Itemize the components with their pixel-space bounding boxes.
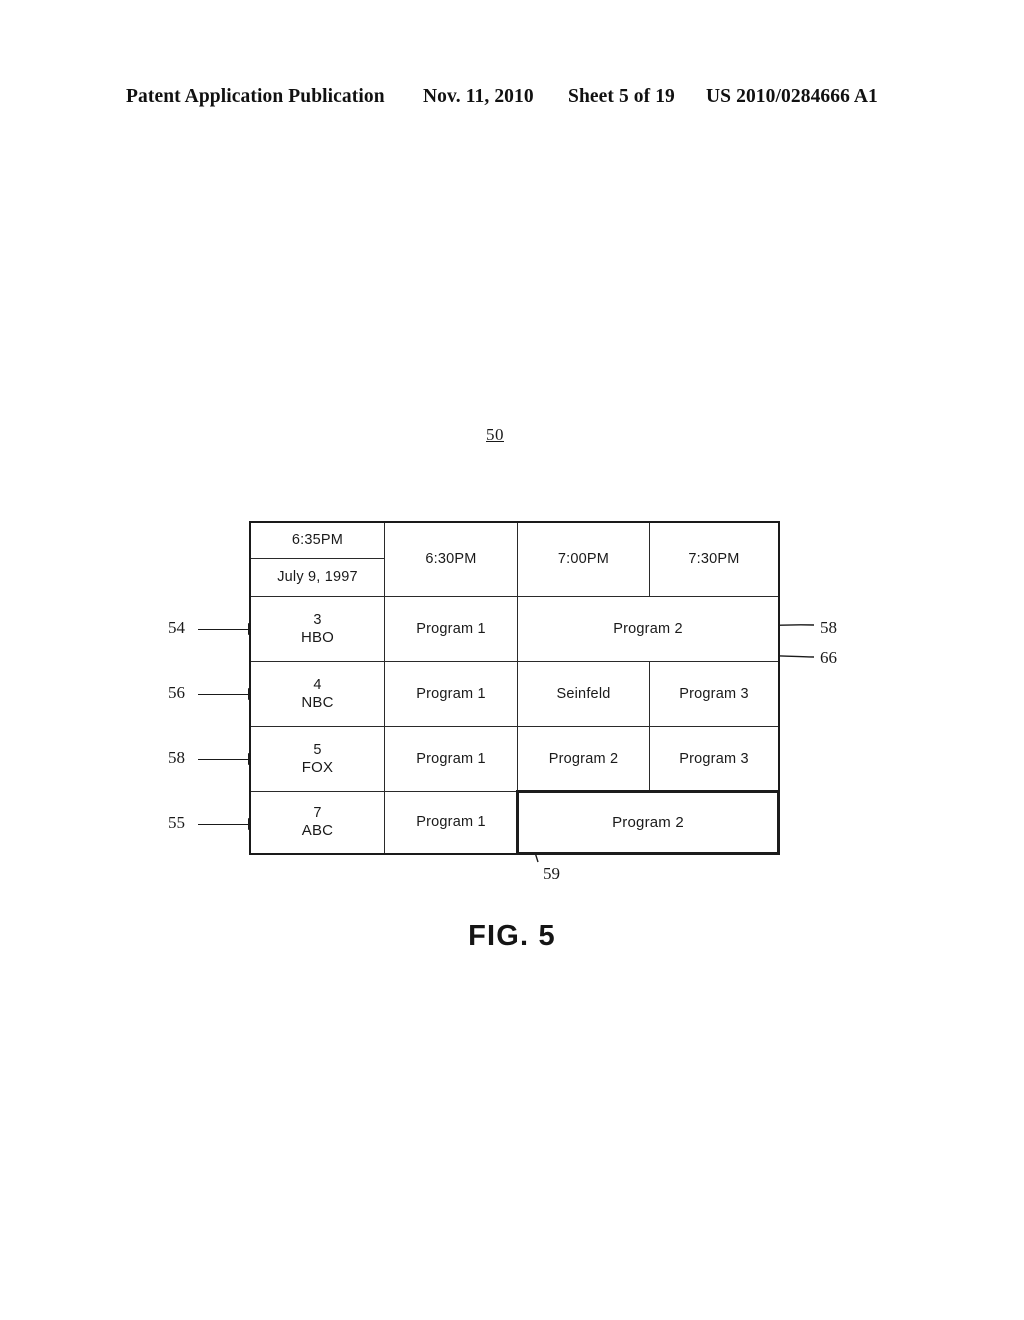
sheet-number: Sheet 5 of 19 (568, 86, 675, 107)
time-column-header-3: 7:30PM (650, 523, 778, 597)
program-cell-abc-2-highlighted[interactable]: Program 2 (516, 790, 780, 855)
program-cell-fox-1[interactable]: Program 1 (385, 727, 518, 792)
guide-date-cell: July 9, 1997 (251, 559, 385, 597)
callout-left-55-label: 55 (168, 813, 185, 832)
program-cell-abc-1[interactable]: Program 1 (385, 792, 518, 853)
program-cell-fox-3[interactable]: Program 3 (650, 727, 778, 792)
figure-caption: FIG. 5 (468, 920, 556, 952)
channel-name-nbc: NBC (301, 693, 334, 711)
channel-cell-nbc[interactable]: 4 NBC (251, 662, 385, 727)
guide-clock-cell: 6:35PM (251, 523, 385, 559)
program-cell-nbc-1[interactable]: Program 1 (385, 662, 518, 727)
page-header: Patent Application Publication Nov. 11, … (0, 86, 1024, 116)
callout-left-54-label: 54 (168, 618, 185, 637)
channel-number-nbc: 4 (313, 676, 322, 693)
document-number: US 2010/0284666 A1 (706, 86, 878, 107)
program-cell-nbc-2[interactable]: Seinfeld (518, 662, 650, 727)
program-cell-fox-2[interactable]: Program 2 (518, 727, 650, 792)
channel-cell-fox[interactable]: 5 FOX (251, 727, 385, 792)
figure-reference-50: 50 (486, 425, 504, 444)
program-cell-hbo-1[interactable]: Program 1 (385, 597, 518, 662)
program-cell-nbc-3[interactable]: Program 3 (650, 662, 778, 727)
callout-right-58: 58 (820, 618, 837, 637)
callout-right-66: 66 (820, 648, 837, 667)
channel-name-fox: FOX (301, 758, 334, 776)
publication-date: Nov. 11, 2010 (423, 86, 534, 107)
channel-number-abc: 7 (313, 805, 322, 822)
callout-left-58-label: 58 (168, 748, 185, 767)
callout-bottom-59: 59 (543, 864, 560, 883)
channel-name-hbo: HBO (300, 628, 335, 646)
channel-name-abc: ABC (301, 822, 334, 840)
time-column-header-1: 6:30PM (385, 523, 518, 597)
channel-number-fox: 5 (313, 741, 322, 758)
channel-number-hbo: 3 (313, 611, 322, 628)
callout-left-56-label: 56 (168, 683, 185, 702)
program-guide-grid[interactable]: 6:35PM July 9, 1997 6:30PM 7:00PM 7:30PM… (249, 521, 780, 855)
channel-cell-abc[interactable]: 7 ABC (251, 792, 385, 853)
channel-cell-hbo[interactable]: 3 HBO (251, 597, 385, 662)
program-cell-hbo-2[interactable]: Program 2 (518, 597, 778, 662)
time-column-header-2: 7:00PM (518, 523, 650, 597)
publication-title: Patent Application Publication (126, 86, 385, 107)
